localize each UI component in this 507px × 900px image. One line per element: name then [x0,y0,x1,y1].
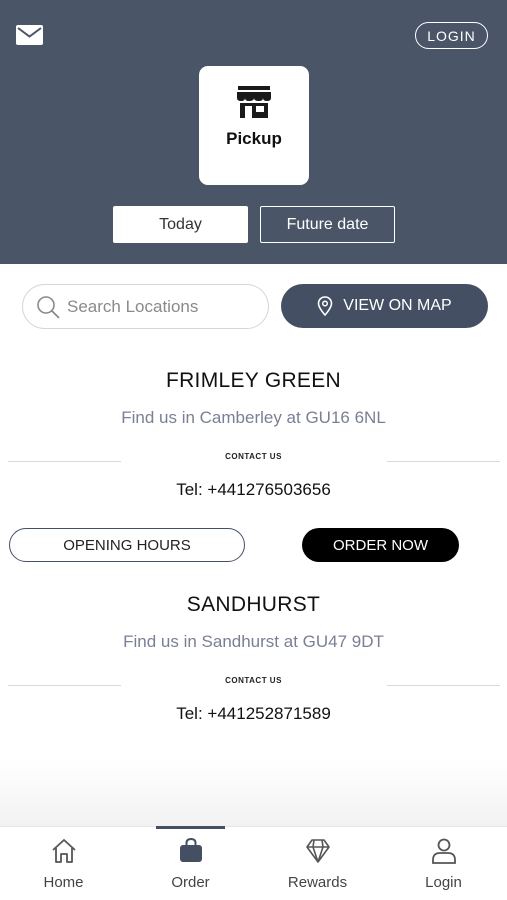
mail-icon[interactable] [16,25,43,45]
search-box[interactable] [22,284,269,329]
future-date-button[interactable]: Future date [260,206,395,243]
tab-order[interactable]: Order [127,827,254,900]
location-address: Find us in Sandhurst at GU47 9DT [123,632,384,651]
contact-us-label: CONTACT US [225,676,282,685]
tab-label: Login [425,874,462,891]
user-icon [431,838,456,864]
order-now-button[interactable]: ORDER NOW [302,528,459,562]
divider [387,461,500,462]
tab-home[interactable]: Home [0,827,127,900]
store-icon [237,86,271,118]
tab-label: Home [43,874,84,891]
location-phone[interactable]: Tel: +441252871589 [0,704,507,724]
divider [8,461,121,462]
contact-us-label: CONTACT US [225,452,282,461]
scroll-fade [0,760,507,826]
bottom-tab-bar: Home Order Rewards Login [0,826,507,900]
location-name: FRIMLEY GREEN [165,369,342,392]
tab-login[interactable]: Login [380,827,507,900]
view-on-map-button[interactable]: VIEW ON MAP [281,284,488,328]
search-icon [37,295,60,319]
divider [387,685,500,686]
diamond-icon [305,839,330,863]
location-name: SANDHURST [186,593,321,616]
today-button[interactable]: Today [113,206,248,243]
bag-icon [179,837,202,862]
opening-hours-button[interactable]: OPENING HOURS [9,528,245,562]
pickup-label: Pickup [226,129,282,148]
location-address: Find us in Camberley at GU16 6NL [121,408,386,427]
active-tab-indicator [156,826,225,829]
view-on-map-label: VIEW ON MAP [343,297,452,314]
tab-label: Order [171,874,210,891]
login-button[interactable]: LOGIN [415,22,488,49]
search-input[interactable] [67,296,257,317]
pickup-option-card[interactable]: Pickup [199,66,309,185]
divider [8,685,121,686]
location-phone[interactable]: Tel: +441276503656 [0,480,507,500]
map-pin-icon [317,296,333,316]
home-icon [51,839,76,863]
tab-rewards[interactable]: Rewards [254,827,381,900]
tab-label: Rewards [287,874,348,891]
header-banner: LOGIN Pickup Today Future date [0,0,507,264]
